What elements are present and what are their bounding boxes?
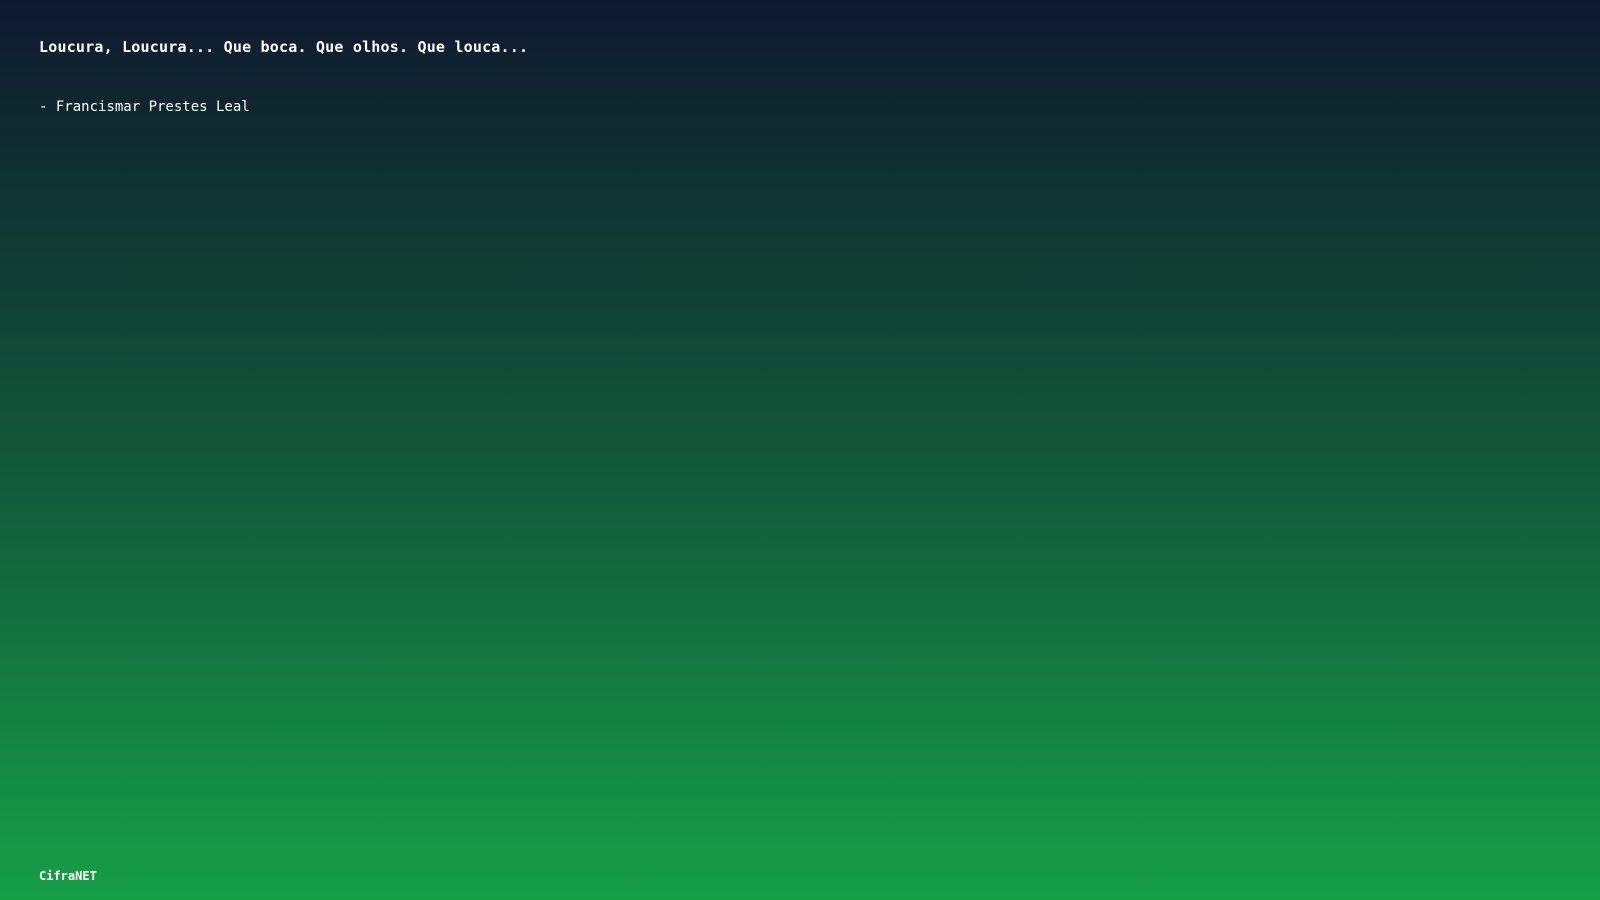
brand-logo-text: CifraNET	[39, 869, 97, 883]
quote-text: Loucura, Loucura... Que boca. Que olhos.…	[39, 38, 529, 56]
screen-background: Loucura, Loucura... Que boca. Que olhos.…	[0, 0, 1600, 900]
quote-author: - Francismar Prestes Leal	[39, 99, 250, 115]
